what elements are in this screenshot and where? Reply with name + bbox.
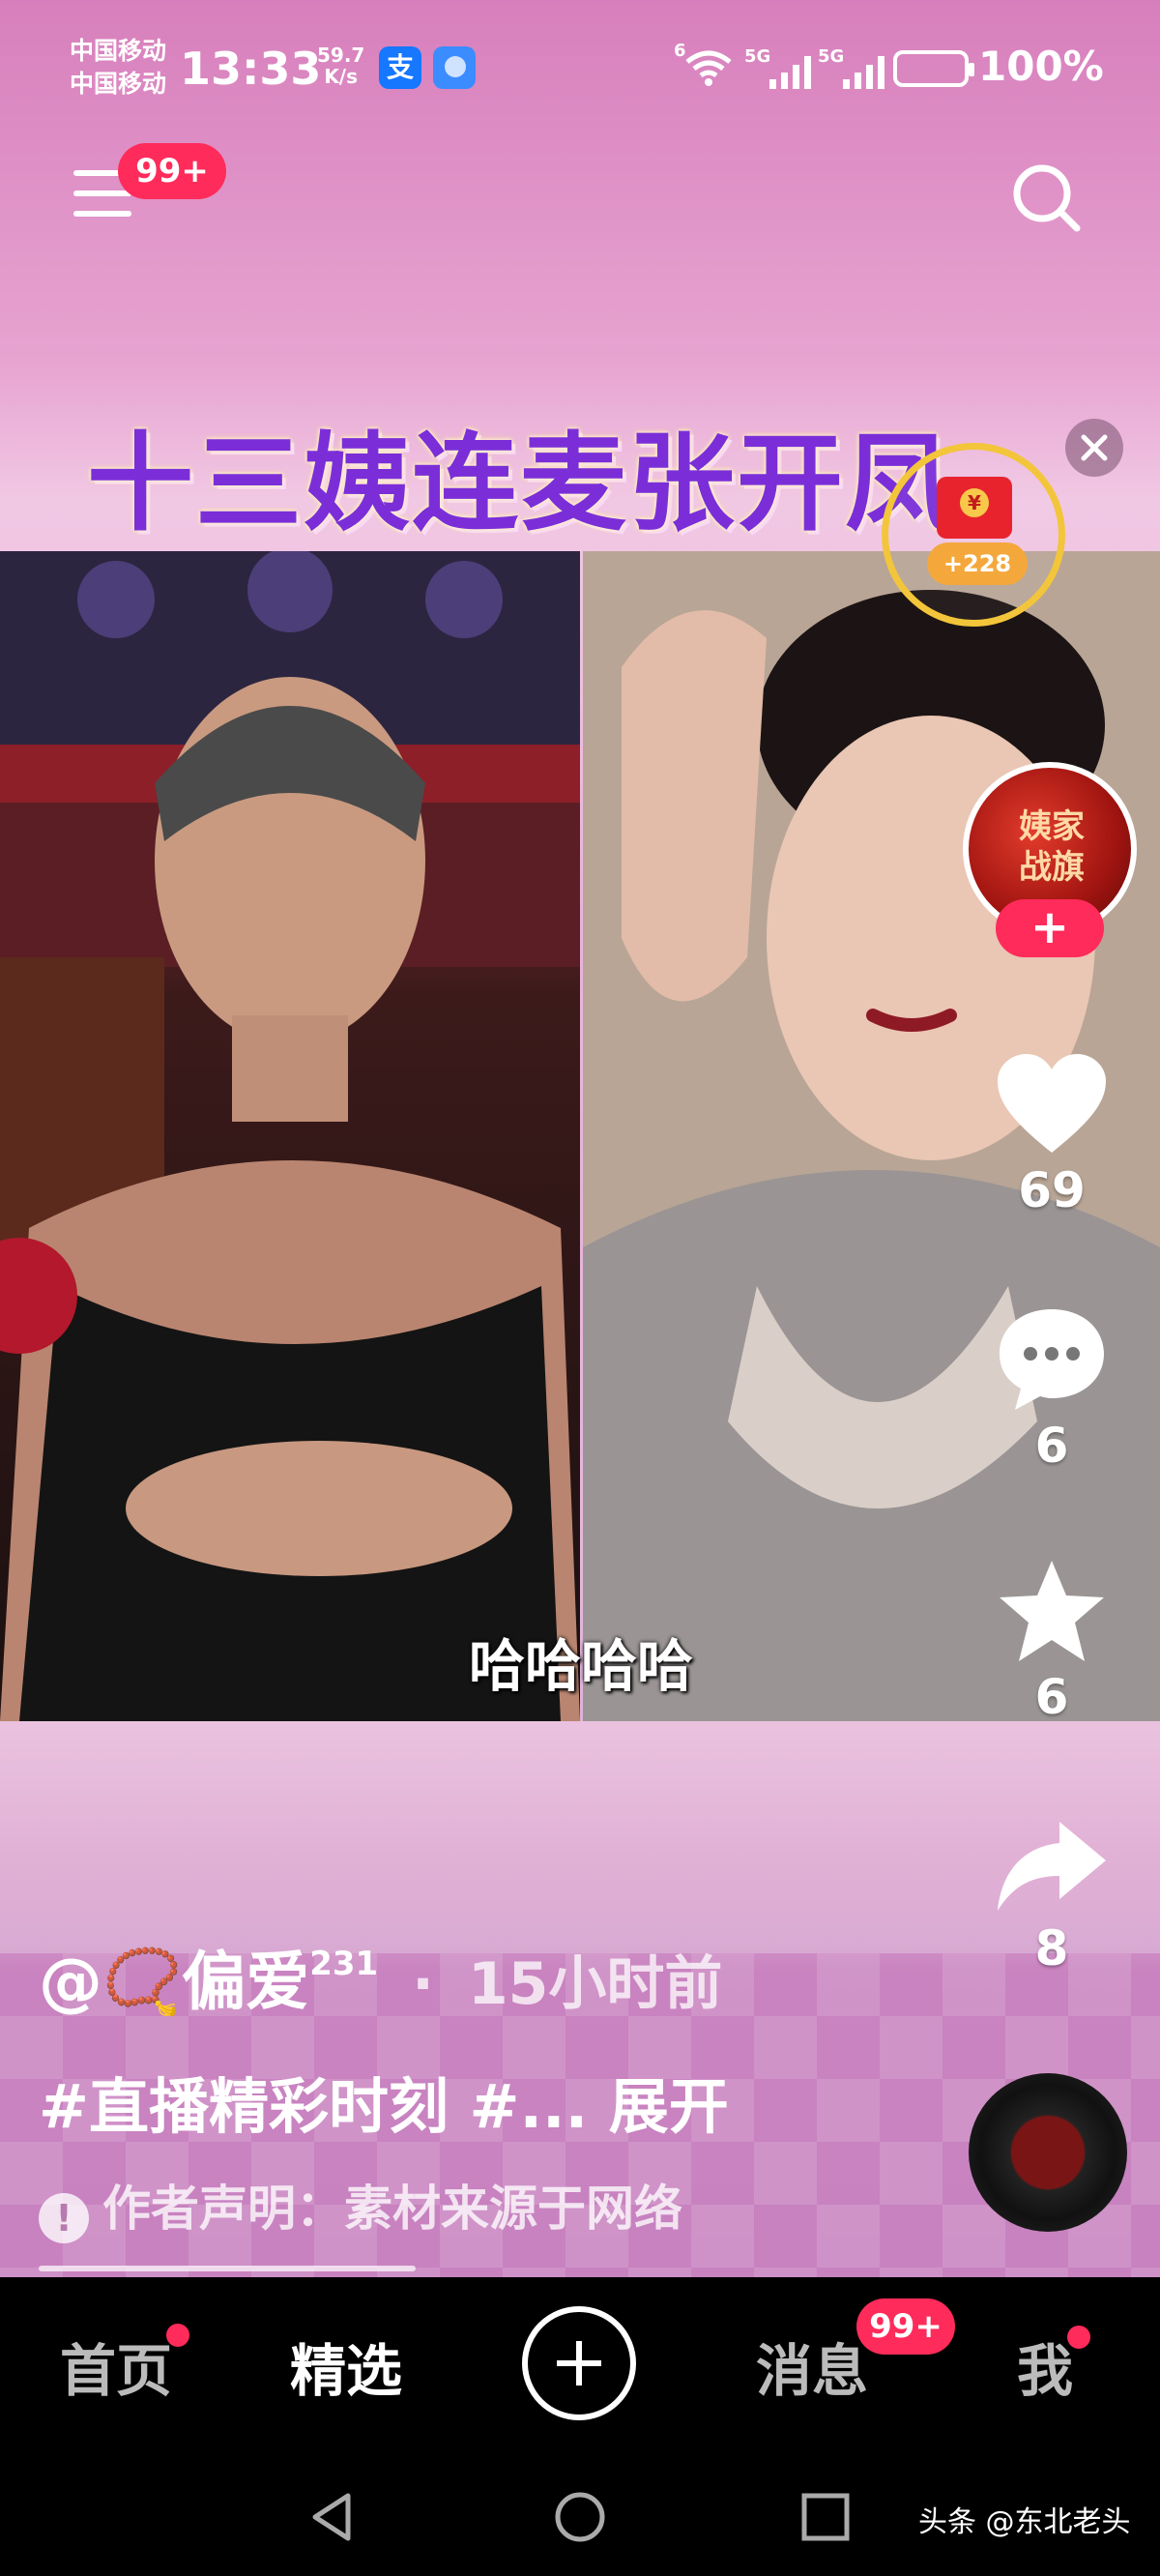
video-left-panel[interactable]	[0, 551, 580, 1721]
menu-badge: 99+	[118, 143, 226, 199]
comment-icon	[1000, 1309, 1104, 1410]
nav-home-dot	[166, 2324, 189, 2347]
red-packet-amount: +228	[927, 542, 1028, 585]
follow-button[interactable]: +	[996, 899, 1104, 957]
comment-button[interactable]: 6	[986, 1305, 1117, 1474]
video-progress-bar[interactable]	[39, 2266, 416, 2271]
signal-1-icon: 5G	[744, 46, 818, 89]
status-bar: 中国移动 中国移动 13:33 59.7 K/s 支 6 5G 5G 100%	[0, 0, 1160, 135]
alipay-icon: 支	[379, 46, 421, 89]
back-icon[interactable]	[305, 2490, 360, 2544]
signal-2-icon: 5G	[818, 46, 891, 89]
disclaimer-text: 作者声明：素材来源于网络	[102, 2181, 682, 2237]
carrier-labels: 中国移动 中国移动	[70, 35, 166, 101]
author-disclaimer: ! 作者声明：素材来源于网络	[39, 2170, 682, 2243]
nav-home[interactable]: 首页	[60, 2326, 172, 2407]
favorite-count: 6	[1034, 1669, 1069, 1725]
battery-level: 100%	[978, 43, 1104, 90]
clock: 13:33	[180, 43, 322, 95]
author-name[interactable]: @📿偏爱	[39, 1945, 309, 2019]
nav-me-dot	[1067, 2326, 1090, 2349]
post-time: 15小时前	[467, 1950, 723, 2018]
avatar-text: 姨家战旗	[1019, 807, 1085, 887]
author-sup: 231	[309, 1945, 379, 1983]
nav-messages[interactable]: 消息	[756, 2326, 868, 2407]
create-plus-button[interactable]	[522, 2306, 636, 2420]
watermark: 头条 @东北老头	[918, 2505, 1131, 2539]
author-line: @📿偏爱231 · 15小时前	[39, 1930, 722, 2023]
share-count: 8	[1034, 1920, 1069, 1976]
exclamation-icon: !	[39, 2193, 89, 2243]
carrier-1: 中国移动	[70, 37, 167, 65]
separator-dot: ·	[412, 1950, 434, 2018]
red-envelope-icon	[937, 477, 1012, 539]
nav-featured[interactable]: 精选	[290, 2326, 402, 2407]
red-packet-reward[interactable]: +228	[882, 443, 1065, 627]
like-count: 69	[1018, 1162, 1086, 1218]
share-button[interactable]: 8	[986, 1816, 1117, 1976]
battery-icon	[893, 50, 974, 87]
wifi-tag: 6	[674, 41, 686, 61]
net-speed-value: 59.7	[317, 44, 365, 67]
messages-badge: 99+	[856, 2298, 955, 2355]
hashtags-caption[interactable]: #直播精彩时刻 #... 展开	[39, 2058, 729, 2145]
wifi-icon: 6	[674, 41, 736, 87]
home-circle-icon[interactable]	[553, 2490, 607, 2544]
heart-icon	[998, 1054, 1106, 1153]
close-icon[interactable]	[1065, 419, 1123, 477]
bottom-nav: 首页 精选 消息 99+ 我	[0, 2277, 1160, 2451]
net-speed: 59.7 K/s	[317, 44, 364, 87]
nav-me[interactable]: 我	[1017, 2326, 1073, 2407]
video-subtitle: 哈哈哈哈	[469, 1633, 694, 1699]
comment-count: 6	[1034, 1418, 1069, 1474]
share-arrow-icon	[998, 1822, 1106, 1911]
favorite-button[interactable]: 6	[986, 1557, 1117, 1725]
system-nav-bar: 头条 @东北老头	[0, 2451, 1160, 2576]
net-speed-unit: K/s	[324, 65, 359, 88]
carrier-2: 中国移动	[70, 70, 167, 98]
app-notification-icon	[433, 46, 476, 89]
recents-square-icon[interactable]	[798, 2490, 853, 2544]
search-icon[interactable]	[1009, 161, 1083, 234]
like-button[interactable]: 69	[986, 1052, 1117, 1218]
star-icon	[1000, 1561, 1104, 1661]
music-disc-icon[interactable]	[969, 2073, 1127, 2232]
